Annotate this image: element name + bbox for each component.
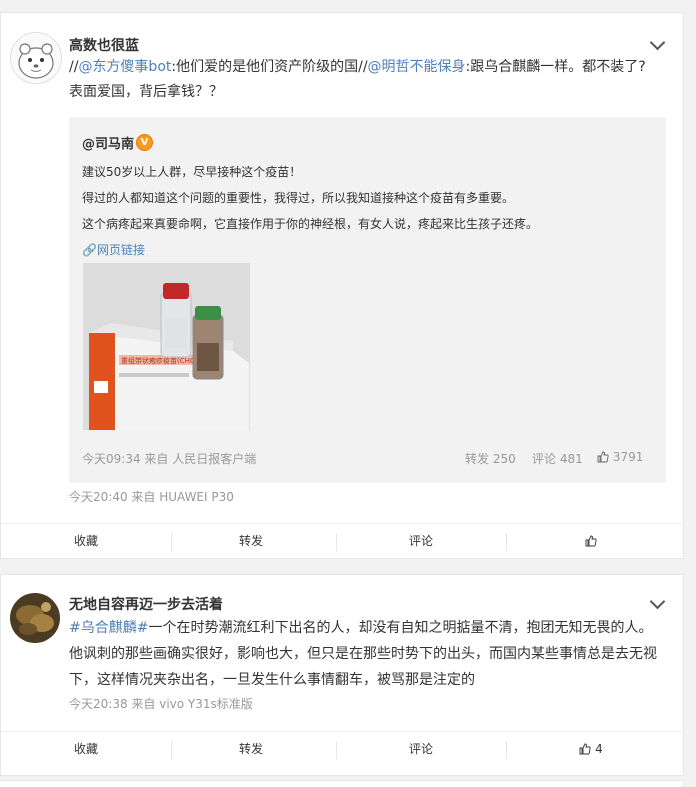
text-segment: :跟乌合麒麟一样。都不装了? bbox=[465, 59, 646, 75]
mention-link[interactable]: @明哲不能保身 bbox=[368, 59, 466, 75]
like-button[interactable] bbox=[506, 524, 676, 558]
favorite-button[interactable]: 收藏 bbox=[1, 524, 171, 558]
vaccine-box-picture: 重组带状疱疹疫苗(CHO细胞) bbox=[83, 263, 250, 430]
text-segment: 一个在时势潮流红利下出名的人，却没有自知之明掂量不清，抱团无知无畏的人。 bbox=[148, 620, 653, 636]
like-count: 4 bbox=[595, 742, 603, 756]
verified-badge-icon: V bbox=[136, 134, 153, 151]
quoted-text-line: 这个病疼起来真要命啊，它直接作用于你的神经根，有女人说，疼起来比生孩子还疼。 bbox=[82, 217, 539, 231]
favorite-button[interactable]: 收藏 bbox=[1, 732, 171, 766]
quoted-text-line: 建议50岁以上人群，尽早接种这个疫苗！ bbox=[82, 165, 302, 179]
web-link-label: 网页链接 bbox=[96, 243, 145, 257]
chevron-down-icon[interactable] bbox=[649, 34, 666, 51]
link-icon: 🔗 bbox=[82, 243, 97, 257]
repost-button[interactable]: 转发 bbox=[166, 524, 336, 558]
quoted-author[interactable]: @司马南 bbox=[82, 133, 134, 152]
thumbs-up-icon bbox=[597, 451, 609, 463]
quoted-like-button[interactable]: 3791 bbox=[597, 450, 643, 464]
chevron-down-icon[interactable] bbox=[649, 593, 666, 610]
like-count: 3791 bbox=[612, 450, 644, 464]
post-username[interactable]: 无地自容再迈一步去活着 bbox=[69, 594, 223, 614]
text-segment: 他讽刺的那些画确实很好，影响也大，但只是在那些时势下的出头，而国内某些事情总是去… bbox=[69, 646, 657, 662]
hamster-avatar-icon bbox=[11, 33, 61, 83]
comment-button[interactable]: 评论 bbox=[336, 732, 506, 766]
quoted-meta: 今天09:34 来自 人民日报客户端 bbox=[82, 452, 257, 466]
web-link[interactable]: 🔗网页链接 bbox=[82, 241, 145, 258]
text-segment: 表面爱国，背后拿钱？？ bbox=[69, 84, 223, 100]
post-meta: 今天20:38 来自 vivo Y31s标准版 bbox=[69, 697, 253, 711]
quoted-comment-link[interactable]: 评论 481 bbox=[532, 450, 583, 467]
like-button[interactable]: 4 bbox=[506, 732, 676, 766]
comment-button[interactable]: 评论 bbox=[336, 524, 506, 558]
quoted-repost-link[interactable]: 转发 250 bbox=[465, 450, 516, 467]
mention-link[interactable]: @东方傻事bot bbox=[78, 59, 171, 75]
hashtag-link[interactable]: #乌合麒麟# bbox=[69, 620, 148, 636]
photo-avatar-icon bbox=[10, 593, 60, 643]
post-text: //@东方傻事bot:他们爱的是他们资产阶级的国//@明哲不能保身:跟乌合麒麟一… bbox=[69, 55, 665, 105]
action-bar: 收藏 转发 评论 bbox=[1, 523, 683, 558]
post-card: 高数也很蓝 //@东方傻事bot:他们爱的是他们资产阶级的国//@明哲不能保身:… bbox=[0, 12, 684, 559]
thumbs-up-icon bbox=[585, 535, 597, 547]
text-segment: 下，这样情况夹杂出名，一旦发生什么事情翻车，被骂那是注定的 bbox=[69, 672, 475, 688]
text-segment: :他们爱的是他们资产阶级的国// bbox=[171, 59, 368, 75]
avatar[interactable] bbox=[10, 593, 60, 643]
thumbs-up-icon bbox=[579, 743, 591, 755]
quoted-post[interactable]: @司马南 V 建议50岁以上人群，尽早接种这个疫苗！ 得过的人都知道这个问题的重… bbox=[69, 117, 666, 483]
next-post-edge bbox=[0, 780, 682, 787]
quoted-text-line: 得过的人都知道这个问题的重要性，我得过，所以我知道接种这个疫苗有多重要。 bbox=[82, 191, 515, 205]
post-username[interactable]: 高数也很蓝 bbox=[69, 35, 139, 55]
vaccine-image[interactable]: 重组带状疱疹疫苗(CHO细胞) bbox=[83, 263, 250, 430]
post-text: #乌合麒麟#一个在时势潮流红利下出名的人，却没有自知之明掂量不清，抱团无知无畏的… bbox=[69, 615, 665, 693]
post-meta: 今天20:40 来自 HUAWEI P30 bbox=[69, 490, 234, 504]
action-bar: 收藏 转发 评论 4 bbox=[1, 731, 683, 766]
avatar[interactable] bbox=[10, 32, 62, 84]
post-card: 无地自容再迈一步去活着 #乌合麒麟#一个在时势潮流红利下出名的人，却没有自知之明… bbox=[0, 574, 684, 776]
repost-button[interactable]: 转发 bbox=[166, 732, 336, 766]
